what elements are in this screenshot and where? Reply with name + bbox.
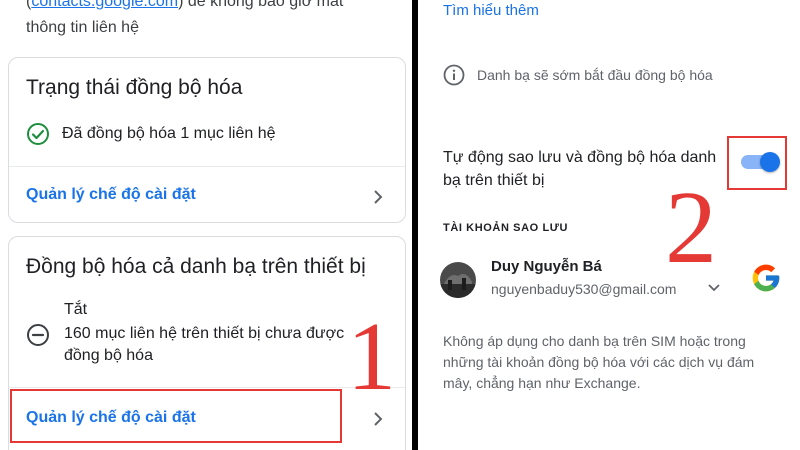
device-sync-title: Đồng bộ hóa cả danh bạ trên thiết bị [26, 255, 366, 278]
minus-circle-icon [27, 324, 49, 346]
right-screenshot: Tìm hiểu thêm Danh bạ sẽ sớm bắt đầu đồn… [418, 0, 800, 450]
account-email[interactable]: nguyenbaduy530@gmail.com [491, 281, 676, 297]
device-sync-state: Tắt [64, 301, 88, 318]
highlight-box-1 [10, 389, 342, 443]
chevron-right-icon[interactable] [373, 411, 383, 427]
chevron-down-icon[interactable] [708, 284, 720, 292]
sync-status-row: Đã đồng bộ hóa 1 mục liên hệ [26, 122, 275, 146]
sync-status-card: Trạng thái đồng bộ hóa Đã đồng bộ hóa 1 … [8, 57, 406, 223]
sync-status-title: Trạng thái đồng bộ hóa [26, 76, 243, 99]
chevron-right-icon[interactable] [373, 189, 383, 205]
step-number-1: 1 [347, 303, 396, 411]
check-circle-icon [27, 123, 49, 145]
contacts-link[interactable]: contacts.google.com [31, 0, 178, 10]
step-number-2: 2 [665, 170, 717, 285]
backup-account-header: TÀI KHOẢN SAO LƯU [443, 222, 569, 234]
google-logo-icon [752, 264, 780, 292]
left-screenshot: (contacts.google.com) để không bao giờ m… [0, 0, 412, 450]
manage-settings-link[interactable]: Quản lý chế độ cài đặt [26, 186, 196, 204]
learn-more-link[interactable]: Tìm hiểu thêm [443, 2, 539, 19]
avatar [440, 262, 476, 298]
avatar-photo-icon [440, 262, 476, 298]
info-icon [443, 64, 465, 86]
divider [9, 166, 405, 167]
account-name: Duy Nguyễn Bá [491, 258, 602, 275]
sync-status-text: Đã đồng bộ hóa 1 mục liên hệ [62, 125, 276, 142]
intro-text-line1: ) để không bao giờ mất [178, 0, 344, 10]
divider [9, 387, 405, 388]
sim-note: Không áp dụng cho danh bạ trên SIM hoặc … [443, 333, 755, 391]
info-text: Danh bạ sẽ sớm bắt đầu đồng bộ hóa [477, 67, 713, 83]
highlight-box-2 [727, 136, 787, 190]
info-row: Danh bạ sẽ sớm bắt đầu đồng bộ hóa [443, 64, 713, 86]
device-sync-description: 160 mục liên hệ trên thiết bị chưa được … [64, 325, 345, 364]
intro-text-line2: thông tin liên hệ [26, 19, 139, 36]
